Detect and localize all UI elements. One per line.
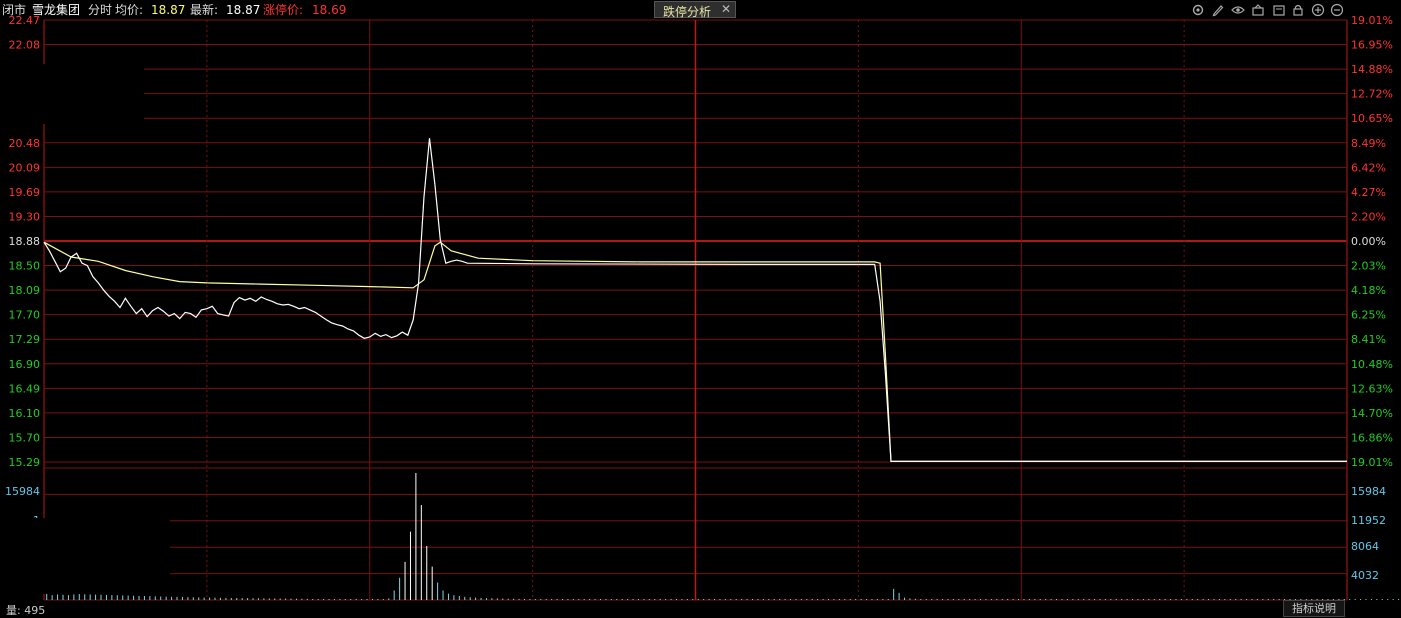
percent-tick-label: 10.65% (1351, 112, 1393, 125)
volume-bars (46, 473, 1400, 600)
percent-tick-label: 12.72% (1351, 88, 1393, 101)
price-tick-label: 18.88 (9, 235, 41, 248)
chart-grid (43, 19, 1348, 601)
price-tick-label: 20.48 (9, 137, 41, 150)
percent-tick-label: 12.63% (1351, 382, 1393, 395)
percent-tick-label: 4.18% (1351, 284, 1386, 297)
volume-tick-label: 8064 (1351, 540, 1379, 553)
price-tick-label: 16.10 (9, 407, 41, 420)
percent-axis-right: 19.01% 16.95% 14.88% 12.72% 10.65% 8.49% 6.42%… (1351, 14, 1393, 469)
overlay-mask (8, 64, 144, 124)
percent-tick-label: 6.25% (1351, 309, 1386, 322)
percent-tick-label: 4.27% (1351, 186, 1386, 199)
volume-tick-label: 15984 (5, 485, 40, 498)
percent-tick-label: 6.42% (1351, 161, 1386, 174)
price-tick-label: 15.70 (9, 431, 41, 444)
price-tick-label: 18.50 (9, 260, 41, 273)
percent-tick-label: 16.95% (1351, 39, 1393, 52)
price-tick-label: 18.09 (9, 284, 41, 297)
percent-tick-label: 14.88% (1351, 63, 1393, 76)
overlay-mask (14, 518, 170, 594)
price-tick-label: 22.47 (9, 14, 41, 27)
percent-tick-label: 16.86% (1351, 431, 1393, 444)
percent-tick-label: 2.03% (1351, 260, 1386, 273)
indicator-help-button[interactable]: 指标说明 (1283, 600, 1345, 617)
volume-readout: 量: 495 (6, 604, 46, 617)
price-tick-label: 17.29 (9, 333, 41, 346)
percent-tick-label: 19.01% (1351, 456, 1393, 469)
percent-tick-label: 0.00% (1351, 235, 1386, 248)
percent-tick-label: 19.01% (1351, 14, 1393, 27)
percent-tick-label: 8.49% (1351, 137, 1386, 150)
percent-tick-label: 8.41% (1351, 333, 1386, 346)
price-tick-label: 22.08 (9, 39, 41, 52)
volume-tick-label: 4032 (1351, 569, 1379, 582)
percent-tick-label: 2.20% (1351, 210, 1386, 223)
price-tick-label: 17.70 (9, 309, 41, 322)
price-tick-label: 15.29 (9, 456, 41, 469)
price-tick-label: 20.09 (9, 161, 41, 174)
percent-tick-label: 10.48% (1351, 358, 1393, 371)
intraday-chart[interactable]: 22.47 22.08 20.48 20.09 19.69 19.30 18.88 18.50… (0, 0, 1401, 617)
price-tick-label: 16.49 (9, 382, 41, 395)
volume-tick-label: 15984 (1351, 485, 1386, 498)
percent-tick-label: 14.70% (1351, 407, 1393, 420)
price-tick-label: 19.30 (9, 210, 41, 223)
price-tick-label: 19.69 (9, 186, 41, 199)
volume-tick-label: 11952 (1351, 514, 1386, 527)
price-tick-label: 16.90 (9, 358, 41, 371)
